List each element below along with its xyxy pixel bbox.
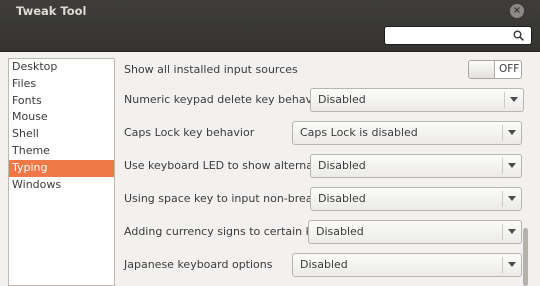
- setting-label: Adding currency signs to certain keys: [124, 225, 331, 238]
- chevron-down-icon[interactable]: [508, 229, 516, 234]
- dropdown-value: Disabled: [318, 93, 366, 106]
- sidebar-item-theme[interactable]: Theme: [9, 143, 114, 160]
- dropdown-divider: [502, 191, 503, 207]
- dropdown-divider: [502, 224, 503, 240]
- sidebar-item-fonts[interactable]: Fonts: [9, 93, 114, 110]
- scrollbar[interactable]: [523, 228, 528, 286]
- dropdown-value: Disabled: [318, 192, 366, 205]
- dropdown-value: Disabled: [300, 258, 348, 271]
- caps-lock-behavior-dropdown[interactable]: Caps Lock is disabled: [292, 121, 522, 145]
- search-icon[interactable]: [513, 30, 524, 41]
- sidebar-item-shell[interactable]: Shell: [9, 126, 114, 143]
- japanese-keyboard-dropdown[interactable]: Disabled: [292, 253, 522, 277]
- setting-label: Numeric keypad delete key behavi…: [124, 93, 327, 106]
- dropdown-divider: [502, 257, 503, 273]
- setting-row-caps-lock: Caps Lock key behavior Caps Lock is disa…: [124, 121, 522, 145]
- currency-signs-dropdown[interactable]: Disabled: [308, 220, 522, 244]
- title-bar: Tweak Tool ×: [0, 0, 540, 52]
- setting-row-numeric-keypad-delete: Numeric keypad delete key behavi… Disabl…: [124, 88, 524, 112]
- space-key-dropdown[interactable]: Disabled: [310, 187, 522, 211]
- chevron-down-icon[interactable]: [508, 196, 516, 201]
- show-all-sources-switch[interactable]: OFF: [468, 60, 522, 79]
- keyboard-led-dropdown[interactable]: Disabled: [310, 154, 522, 178]
- dropdown-value: Disabled: [316, 225, 364, 238]
- sidebar-item-windows[interactable]: Windows: [9, 177, 114, 194]
- setting-row-space-key: Using space key to input non-break… Disa…: [124, 187, 522, 211]
- category-sidebar: Desktop Files Fonts Mouse Shell Theme Ty…: [8, 58, 115, 286]
- search-input[interactable]: [384, 26, 532, 45]
- switch-knob[interactable]: [469, 61, 495, 78]
- sidebar-item-files[interactable]: Files: [9, 76, 114, 93]
- setting-label: Japanese keyboard options: [124, 258, 273, 271]
- sidebar-item-typing[interactable]: Typing: [9, 159, 114, 177]
- chevron-down-icon[interactable]: [508, 163, 516, 168]
- switch-state-label: OFF: [499, 63, 520, 75]
- dropdown-divider: [502, 158, 503, 174]
- setting-label: Caps Lock key behavior: [124, 126, 255, 139]
- sidebar-item-mouse[interactable]: Mouse: [9, 109, 114, 126]
- chevron-down-icon[interactable]: [510, 97, 518, 102]
- dropdown-divider: [502, 125, 503, 141]
- dropdown-value: Disabled: [318, 159, 366, 172]
- sidebar-item-desktop[interactable]: Desktop: [9, 59, 114, 76]
- setting-row-keyboard-led: Use keyboard LED to show alterna… Disabl…: [124, 154, 522, 178]
- setting-label: Use keyboard LED to show alterna…: [124, 159, 324, 172]
- setting-label: Using space key to input non-break…: [124, 192, 330, 205]
- setting-row-japanese-keyboard: Japanese keyboard options Disabled: [124, 253, 522, 277]
- numeric-keypad-delete-dropdown[interactable]: Disabled: [310, 88, 524, 112]
- dropdown-value: Caps Lock is disabled: [300, 126, 418, 139]
- chevron-down-icon[interactable]: [508, 262, 516, 267]
- chevron-down-icon[interactable]: [508, 130, 516, 135]
- setting-label: Show all installed input sources: [124, 63, 298, 76]
- window-title: Tweak Tool: [16, 4, 87, 18]
- setting-row-show-all-sources: Show all installed input sources OFF: [124, 58, 522, 82]
- close-button[interactable]: ×: [510, 4, 524, 18]
- dropdown-divider: [504, 92, 505, 108]
- setting-row-currency-signs: Adding currency signs to certain keys Di…: [124, 220, 522, 244]
